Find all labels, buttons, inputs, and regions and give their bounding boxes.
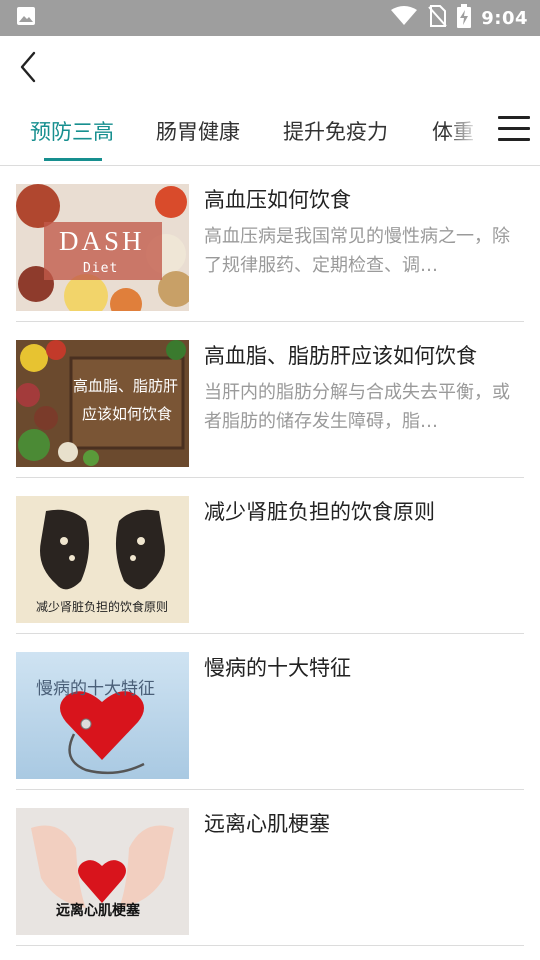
article-title: 减少肾脏负担的饮食原则 bbox=[204, 500, 435, 524]
tab-prevent-three-highs[interactable]: 预防三高 bbox=[30, 116, 114, 146]
thumb-caption: 高血脂、脂肪肝 bbox=[73, 377, 179, 395]
no-sim-icon bbox=[427, 5, 447, 31]
list-item[interactable]: 高血脂、脂肪肝 应该如何饮食 高血脂、脂肪肝应该如何饮食 当肝内的脂肪分解与合成… bbox=[16, 322, 524, 478]
article-thumbnail: 慢病的十大特征 bbox=[16, 652, 189, 779]
category-tabs: 预防三高 肠胃健康 提升免疫力 体重 bbox=[0, 96, 540, 166]
tab-boost-immunity[interactable]: 提升免疫力 bbox=[283, 116, 388, 146]
image-icon bbox=[16, 6, 36, 30]
battery-charging-icon bbox=[457, 4, 472, 32]
article-title: 慢病的十大特征 bbox=[204, 656, 351, 680]
article-description: 当肝内的脂肪分解与合成失去平衡，或者脂肪的储存发生障碍，脂… bbox=[204, 382, 510, 432]
thumb-caption: 减少肾脏负担的饮食原则 bbox=[36, 600, 169, 614]
chevron-left-icon bbox=[20, 51, 36, 83]
article-title: 高血压如何饮食 bbox=[204, 188, 351, 212]
active-tab-indicator bbox=[44, 158, 102, 161]
status-time: 9:04 bbox=[481, 7, 528, 29]
thumb-caption: 应该如何饮食 bbox=[82, 405, 173, 423]
menu-button[interactable] bbox=[498, 116, 530, 146]
article-title: 远离心肌梗塞 bbox=[204, 812, 330, 836]
list-item[interactable]: 慢病的十大特征 慢病的十大特征 bbox=[16, 634, 524, 790]
tab-list: 预防三高 肠胃健康 提升免疫力 体重 bbox=[0, 96, 480, 166]
thumb-caption: 慢病的十大特征 bbox=[36, 679, 155, 699]
tab-fade bbox=[446, 96, 480, 164]
list-item[interactable]: 减少肾脏负担的饮食原则 减少肾脏负担的饮食原则 bbox=[16, 478, 524, 634]
top-bar bbox=[0, 36, 540, 96]
article-title: 高血脂、脂肪肝应该如何饮食 bbox=[204, 344, 477, 368]
status-bar: 9:04 bbox=[0, 0, 540, 36]
article-thumbnail: DASH Diet bbox=[16, 184, 189, 311]
article-thumbnail: 远离心肌梗塞 bbox=[16, 808, 189, 935]
article-thumbnail: 减少肾脏负担的饮食原则 bbox=[16, 496, 189, 623]
wifi-icon bbox=[391, 6, 418, 30]
tab-gut-health[interactable]: 肠胃健康 bbox=[156, 116, 240, 146]
thumb-caption: Diet bbox=[83, 261, 119, 276]
list-item[interactable]: DASH Diet 高血压如何饮食 高血压病是我国常见的慢性病之一，除了规律服药… bbox=[16, 166, 524, 322]
article-description: 高血压病是我国常见的慢性病之一，除了规律服药、定期检查、调… bbox=[204, 226, 510, 276]
thumb-caption: DASH bbox=[59, 226, 145, 256]
article-list: DASH Diet 高血压如何饮食 高血压病是我国常见的慢性病之一，除了规律服药… bbox=[0, 166, 540, 946]
article-thumbnail: 高血脂、脂肪肝 应该如何饮食 bbox=[16, 340, 189, 467]
list-item[interactable]: 远离心肌梗塞 远离心肌梗塞 bbox=[16, 790, 524, 946]
hamburger-menu-icon bbox=[498, 116, 530, 141]
thumb-caption: 远离心肌梗塞 bbox=[56, 903, 140, 919]
back-button[interactable] bbox=[14, 50, 44, 84]
